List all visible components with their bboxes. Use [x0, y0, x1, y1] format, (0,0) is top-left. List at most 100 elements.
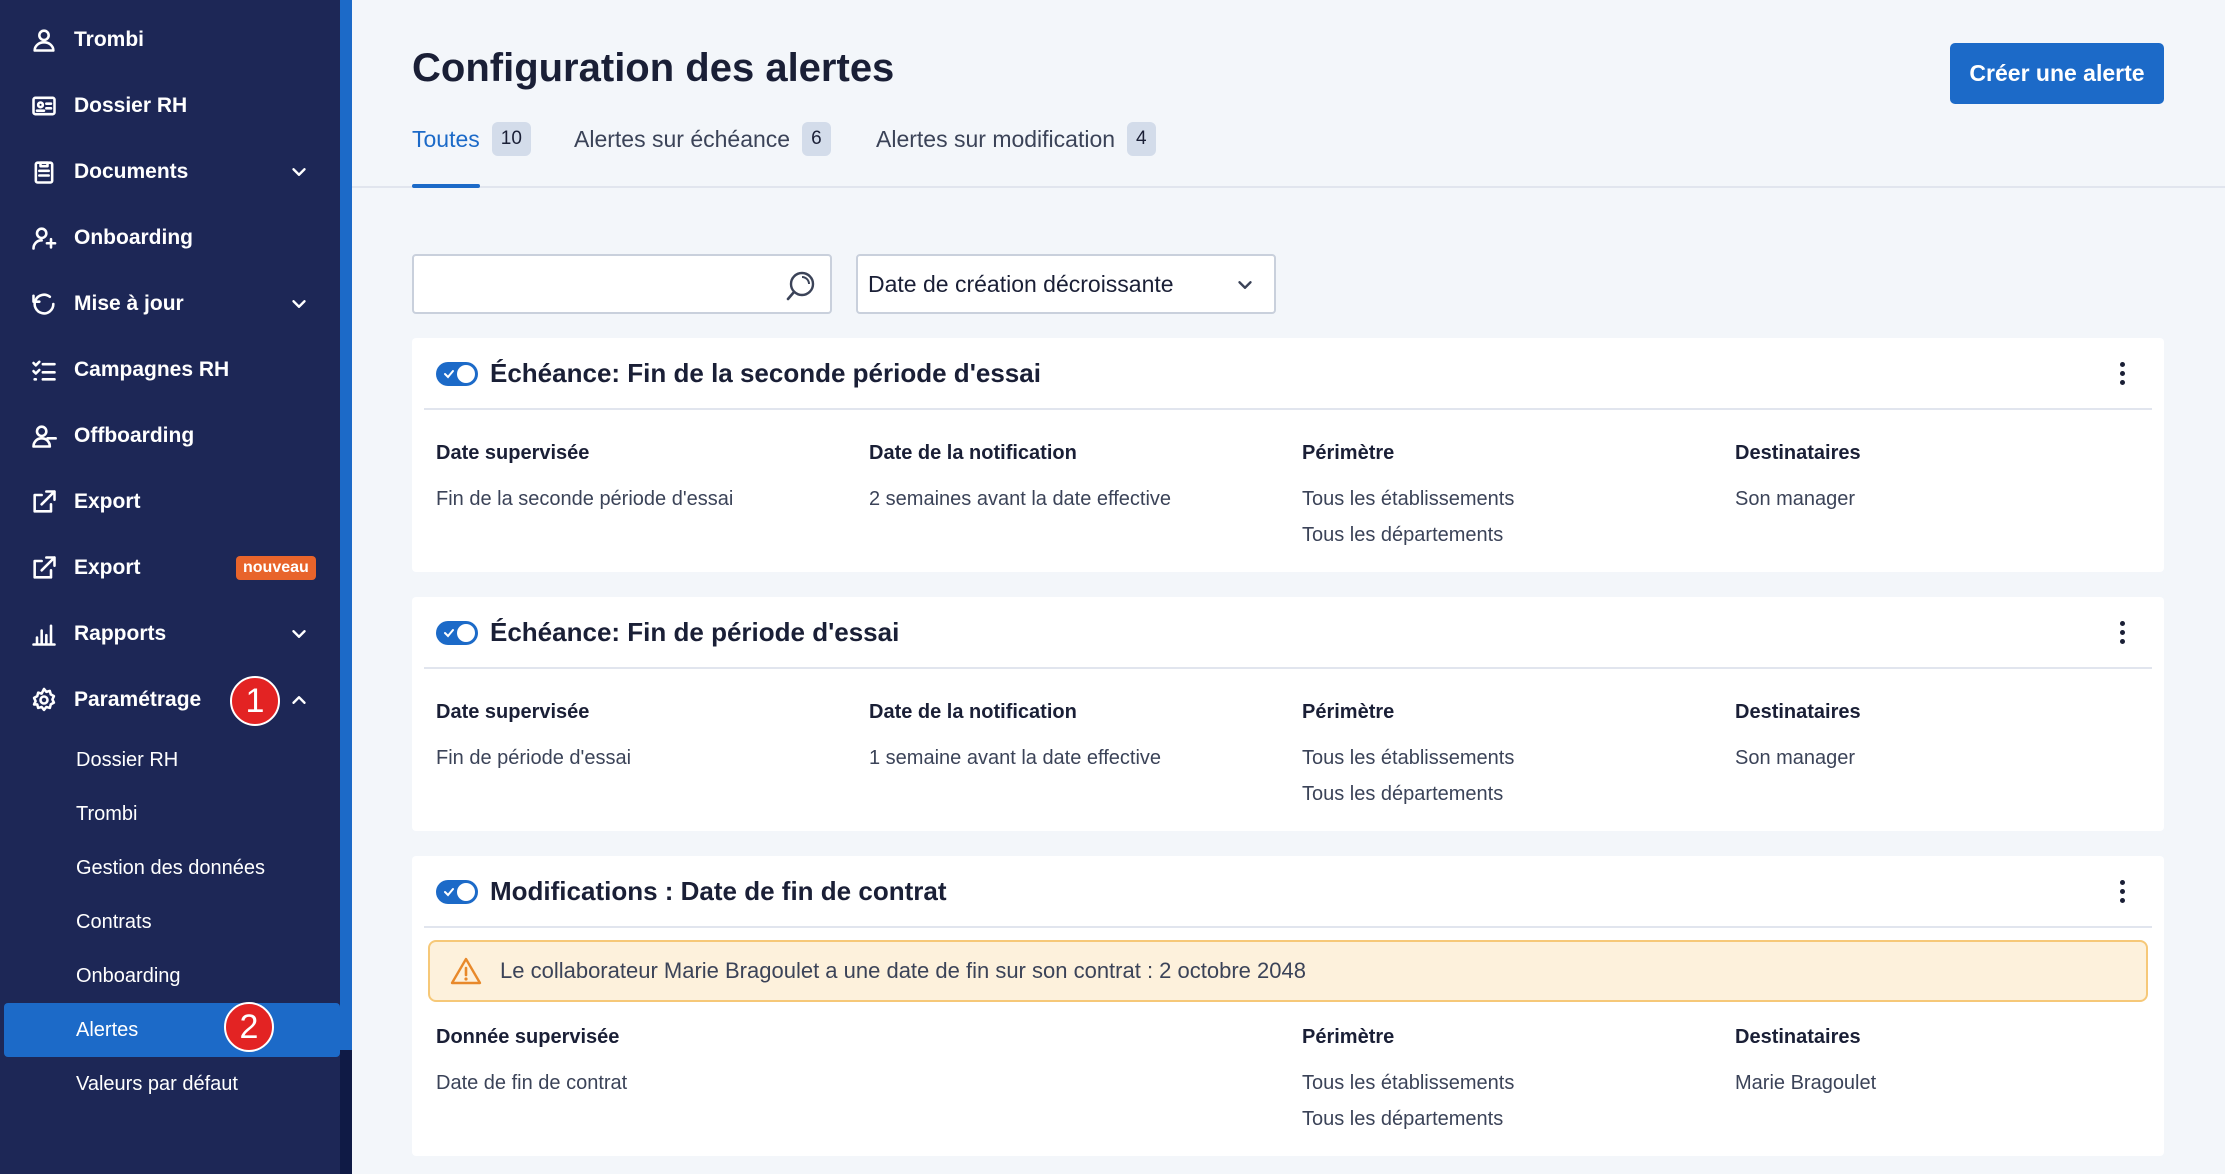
warning-banner: Le collaborateur Marie Bragoulet a une d… [428, 940, 2148, 1002]
column-destinataires: Destinataires Son manager [1735, 701, 1861, 776]
step-marker-1: 1 [230, 676, 280, 726]
checklist-icon [28, 354, 60, 386]
divider [424, 926, 2152, 928]
column-header: Destinataires [1735, 1026, 1861, 1048]
column-donnee-supervisee: Donnée supervisée Date de fin de contrat [436, 1026, 627, 1101]
column-perimetre: Périmètre Tous les établissements Tous l… [1302, 701, 1514, 812]
column-date-notification: Date de la notification 2 semaines avant… [869, 442, 1171, 517]
alert-toggle[interactable] [436, 621, 478, 645]
sidebar-subitem-valeurs-defaut[interactable]: Valeurs par défaut [0, 1060, 340, 1108]
active-tab-indicator [412, 184, 480, 188]
column-value: Fin de la seconde période d'essai [436, 488, 734, 510]
chevron-down-icon[interactable] [288, 161, 310, 183]
warning-icon [450, 957, 482, 985]
sidebar-item-mise-a-jour[interactable]: Mise à jour [0, 276, 340, 332]
tab-modification[interactable]: Alertes sur modification 4 [876, 122, 1156, 188]
more-options-icon[interactable] [2118, 880, 2126, 906]
new-badge: nouveau [236, 556, 316, 580]
sidebar-subitem-trombi[interactable]: Trombi [0, 790, 340, 838]
column-value: Tous les départements [1302, 783, 1504, 805]
alert-title: Échéance: Fin de période d'essai [490, 617, 900, 647]
sidebar-scrollbar-track [340, 1050, 352, 1174]
column-header: Destinataires [1735, 701, 1861, 723]
sidebar-item-label: Onboarding [74, 226, 193, 249]
column-value: 1 semaine avant la date effective [869, 747, 1162, 769]
sidebar-item-label: Export [74, 490, 141, 513]
sidebar-item-label: Trombi [74, 28, 145, 51]
alert-toggle[interactable] [436, 362, 478, 386]
sidebar-item-parametrage[interactable]: Paramétrage [0, 672, 340, 728]
column-value: Tous les établissements [1302, 488, 1515, 510]
sidebar-subitem-onboarding[interactable]: Onboarding [0, 952, 340, 1000]
check-icon [444, 629, 454, 638]
column-header: Périmètre [1302, 442, 1395, 464]
clipboard-icon [28, 156, 60, 188]
sidebar-subitem-alertes[interactable]: Alertes [4, 1003, 340, 1057]
sidebar-item-onboarding[interactable]: Onboarding [0, 210, 340, 266]
sidebar-item-trombi[interactable]: Trombi [0, 12, 340, 68]
sort-value: Date de création décroissante [868, 270, 1174, 297]
column-value: Son manager [1735, 488, 1856, 510]
alert-title: Échéance: Fin de la seconde période d'es… [490, 358, 1041, 388]
more-options-icon[interactable] [2118, 621, 2126, 647]
sidebar-item-offboarding[interactable]: Offboarding [0, 408, 340, 464]
alert-title: Modifications : Date de fin de contrat [490, 876, 947, 906]
tab-toutes[interactable]: Toutes 10 [412, 122, 531, 188]
search-input[interactable] [414, 256, 774, 312]
column-value: Tous les départements [1302, 524, 1504, 546]
column-header: Date supervisée [436, 442, 590, 464]
tab-echeance[interactable]: Alertes sur échéance 6 [574, 122, 831, 188]
sort-select[interactable]: Date de création décroissante [856, 254, 1276, 314]
column-header: Périmètre [1302, 1026, 1395, 1048]
search-icon[interactable] [784, 269, 818, 303]
chevron-down-icon[interactable] [288, 623, 310, 645]
search-box [412, 254, 832, 314]
column-value: Marie Bragoulet [1735, 1072, 1877, 1094]
sidebar-item-label: Campagnes RH [74, 358, 230, 381]
sidebar-item-label: Export [74, 556, 141, 579]
tab-count: 6 [802, 122, 831, 156]
tab-label: Toutes [412, 126, 480, 152]
bar-chart-icon [28, 618, 60, 650]
more-options-icon[interactable] [2118, 362, 2126, 388]
tab-label: Alertes sur modification [876, 126, 1116, 152]
check-icon [444, 370, 454, 379]
external-link-icon [28, 552, 60, 584]
column-value: Tous les établissements [1302, 747, 1515, 769]
gear-icon [28, 684, 60, 716]
step-marker-2: 2 [224, 1002, 274, 1052]
column-destinataires: Destinataires Marie Bragoulet [1735, 1026, 1876, 1101]
tab-count: 4 [1127, 122, 1156, 156]
sidebar-item-campagnes-rh[interactable]: Campagnes RH [0, 342, 340, 398]
sidebar-item-export-new[interactable]: Export nouveau [0, 540, 340, 596]
sidebar-subitem-contrats[interactable]: Contrats [0, 898, 340, 946]
sidebar-item-label: Dossier RH [74, 94, 188, 117]
column-date-supervisee: Date supervisée Fin de la seconde périod… [436, 442, 733, 517]
refresh-icon [28, 288, 60, 320]
chevron-down-icon[interactable] [288, 293, 310, 315]
warning-text: Le collaborateur Marie Bragoulet a une d… [500, 958, 1306, 983]
sidebar-item-label: Documents [74, 160, 189, 183]
divider [424, 667, 2152, 669]
alert-card: Échéance: Fin de la seconde période d'es… [412, 338, 2164, 572]
column-value: 2 semaines avant la date effective [869, 488, 1172, 510]
column-value: Fin de période d'essai [436, 747, 632, 769]
create-alert-button[interactable]: Créer une alerte [1950, 43, 2164, 104]
column-header: Destinataires [1735, 442, 1861, 464]
column-header: Date de la notification [869, 442, 1077, 464]
page-title: Configuration des alertes [412, 46, 895, 90]
column-perimetre: Périmètre Tous les établissements Tous l… [1302, 442, 1514, 553]
sidebar-scrollbar[interactable] [340, 0, 352, 1174]
sidebar-subitem-dossier-rh[interactable]: Dossier RH [0, 736, 340, 784]
sidebar-subitem-gestion-donnees[interactable]: Gestion des données [0, 844, 340, 892]
sidebar-item-rapports[interactable]: Rapports [0, 606, 340, 662]
alert-card: Échéance: Fin de période d'essai Date su… [412, 597, 2164, 831]
alert-toggle[interactable] [436, 880, 478, 904]
sidebar-item-documents[interactable]: Documents [0, 144, 340, 200]
column-destinataires: Destinataires Son manager [1735, 442, 1861, 517]
sidebar-item-dossier-rh[interactable]: Dossier RH [0, 78, 340, 134]
column-value: Date de fin de contrat [436, 1072, 628, 1094]
sidebar-item-export[interactable]: Export [0, 474, 340, 530]
sidebar-item-label: Mise à jour [74, 292, 184, 315]
chevron-up-icon[interactable] [288, 689, 310, 711]
